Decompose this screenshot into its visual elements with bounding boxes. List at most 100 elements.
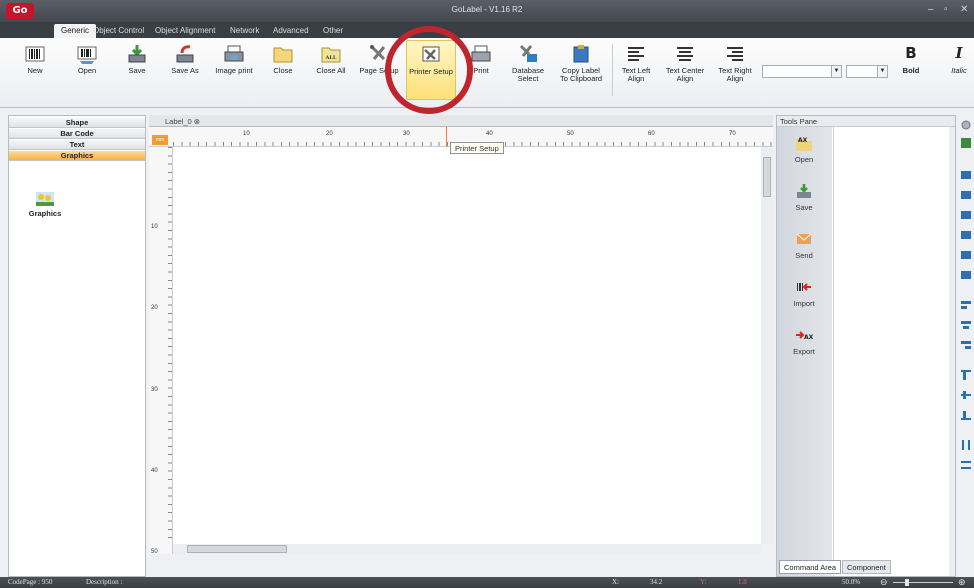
- document-tab-label: Label_0: [165, 117, 192, 126]
- barcode-icon[interactable]: [960, 169, 972, 181]
- category-bar-code[interactable]: Bar Code: [9, 129, 145, 139]
- barcode-icon[interactable]: [960, 209, 972, 221]
- minimize-icon[interactable]: –: [928, 4, 934, 15]
- close-button[interactable]: Close: [266, 40, 300, 100]
- tab-other[interactable]: Other: [316, 24, 350, 38]
- align-center-icon[interactable]: [960, 319, 972, 331]
- align-bottom-icon[interactable]: [960, 409, 972, 421]
- category-graphics[interactable]: Graphics: [9, 151, 145, 161]
- tools-open-button[interactable]: AX Open: [781, 135, 827, 164]
- align-center-icon: [677, 47, 693, 61]
- save-label: Save: [128, 66, 146, 75]
- horizontal-scrollbar[interactable]: [173, 544, 761, 554]
- open-button[interactable]: Open: [68, 40, 106, 100]
- save-button[interactable]: Save: [120, 40, 154, 100]
- folder-close-all-icon: ALL: [321, 47, 341, 63]
- align-right-icon[interactable]: [960, 339, 972, 351]
- close-icon[interactable]: ✕: [960, 4, 968, 15]
- ruler-label: 10: [243, 131, 250, 137]
- tools-open-label: Open: [794, 155, 814, 164]
- title-bar: Go GoLabel - V1.16 R2 – ▫ ✕: [0, 0, 974, 22]
- align-left-icon[interactable]: [960, 299, 972, 311]
- barcode-icon[interactable]: [960, 269, 972, 281]
- tab-object-control[interactable]: Object Control: [86, 24, 151, 38]
- bold-label: Bold: [902, 66, 920, 75]
- ruler-cursor-marker: [446, 127, 447, 147]
- text-right-align-button[interactable]: Text Right Align: [712, 40, 758, 100]
- svg-text:AX: AX: [798, 137, 808, 144]
- image-print-button[interactable]: Image print: [212, 40, 256, 100]
- status-bar: CodePage : 950 Description : X: 34.2 Y: …: [0, 577, 974, 588]
- document-tab[interactable]: Label_0 ⊗: [161, 116, 204, 127]
- tools-pane-scrollbar[interactable]: [949, 127, 955, 576]
- ruler-label: 10: [151, 224, 158, 230]
- font-name-combo[interactable]: ▼: [762, 65, 842, 78]
- unit-badge[interactable]: mm: [152, 135, 168, 145]
- close-tab-icon[interactable]: ⊗: [194, 117, 200, 126]
- align-top-icon[interactable]: [960, 369, 972, 381]
- tools-pane-title: Tools Pane: [777, 116, 955, 127]
- graphics-tool-label: Graphics: [28, 209, 62, 218]
- barcode-icon[interactable]: [960, 189, 972, 201]
- tools-pane-list[interactable]: [833, 127, 949, 576]
- category-text[interactable]: Text: [9, 140, 145, 150]
- category-shape[interactable]: Shape: [9, 118, 145, 128]
- database-select-button[interactable]: Database Select: [506, 40, 550, 100]
- object-panel: Shape Bar Code Text Graphics Graphics: [8, 115, 146, 577]
- ruler-label: 50: [567, 131, 574, 137]
- script-icon[interactable]: [960, 137, 972, 149]
- close-all-button[interactable]: ALL Close All: [312, 40, 350, 100]
- tab-object-alignment[interactable]: Object Alignment: [148, 24, 222, 38]
- save-icon: [128, 45, 146, 63]
- tab-command-area[interactable]: Command Area: [779, 560, 842, 574]
- tools-save-button[interactable]: Save: [781, 183, 827, 212]
- chevron-down-icon[interactable]: ▼: [831, 66, 841, 77]
- text-center-align-button[interactable]: Text Center Align: [662, 40, 708, 100]
- tools-export-label: Export: [793, 347, 815, 356]
- tab-advanced[interactable]: Advanced: [266, 24, 316, 38]
- zoom-out-icon[interactable]: ⊖: [880, 577, 888, 588]
- tools-pane-buttons: AX Open Save Send Import AX Export: [777, 127, 832, 576]
- graphics-tool[interactable]: Graphics: [23, 191, 67, 218]
- bold-button[interactable]: B Bold: [896, 40, 926, 100]
- ruler-label: 40: [151, 468, 158, 474]
- align-middle-icon[interactable]: [960, 389, 972, 401]
- zoom-slider[interactable]: [893, 582, 953, 583]
- chevron-down-icon[interactable]: ▼: [877, 66, 887, 77]
- label-canvas[interactable]: [173, 147, 761, 544]
- new-button[interactable]: New: [18, 40, 52, 100]
- tools-send-button[interactable]: Send: [781, 231, 827, 260]
- gear-icon[interactable]: [960, 119, 972, 131]
- italic-button[interactable]: I Italic: [944, 40, 974, 100]
- open-label: Open: [77, 66, 97, 75]
- import-icon: [797, 283, 811, 291]
- font-size-combo[interactable]: ▼: [846, 65, 888, 78]
- tools-import-button[interactable]: Import: [781, 279, 827, 308]
- text-left-align-button[interactable]: Text Left Align: [616, 40, 656, 100]
- tab-component[interactable]: Component: [842, 560, 891, 574]
- x-label: X:: [612, 578, 619, 586]
- ribbon-tabs: Generic Object Control Object Alignment …: [0, 22, 974, 38]
- folder-close-icon: [273, 47, 293, 63]
- close-all-badge: ALL: [325, 55, 337, 61]
- barcode-icon[interactable]: [960, 249, 972, 261]
- ruler-label: 20: [326, 131, 333, 137]
- y-value: 1.8: [738, 578, 747, 586]
- barcode-open-icon: [77, 46, 97, 64]
- vertical-scrollbar[interactable]: [761, 147, 773, 544]
- distribute-vertical-icon[interactable]: [960, 459, 972, 471]
- maximize-icon[interactable]: ▫: [944, 4, 948, 15]
- scroll-thumb[interactable]: [763, 157, 771, 197]
- x-value: 34.2: [650, 578, 663, 586]
- distribute-horizontal-icon[interactable]: [960, 439, 972, 451]
- barcode-icon[interactable]: [960, 229, 972, 241]
- zoom-in-icon[interactable]: ⊕: [958, 577, 966, 588]
- tools-export-button[interactable]: AX Export: [781, 327, 827, 356]
- zoom-slider-thumb[interactable]: [905, 579, 909, 586]
- save-as-button[interactable]: Save As: [166, 40, 204, 100]
- tab-network[interactable]: Network: [223, 24, 266, 38]
- scroll-thumb[interactable]: [187, 545, 287, 553]
- y-label: Y:: [700, 578, 707, 586]
- copy-label-button[interactable]: Copy Label To Clipboard: [556, 40, 606, 100]
- close-label: Close: [273, 66, 293, 75]
